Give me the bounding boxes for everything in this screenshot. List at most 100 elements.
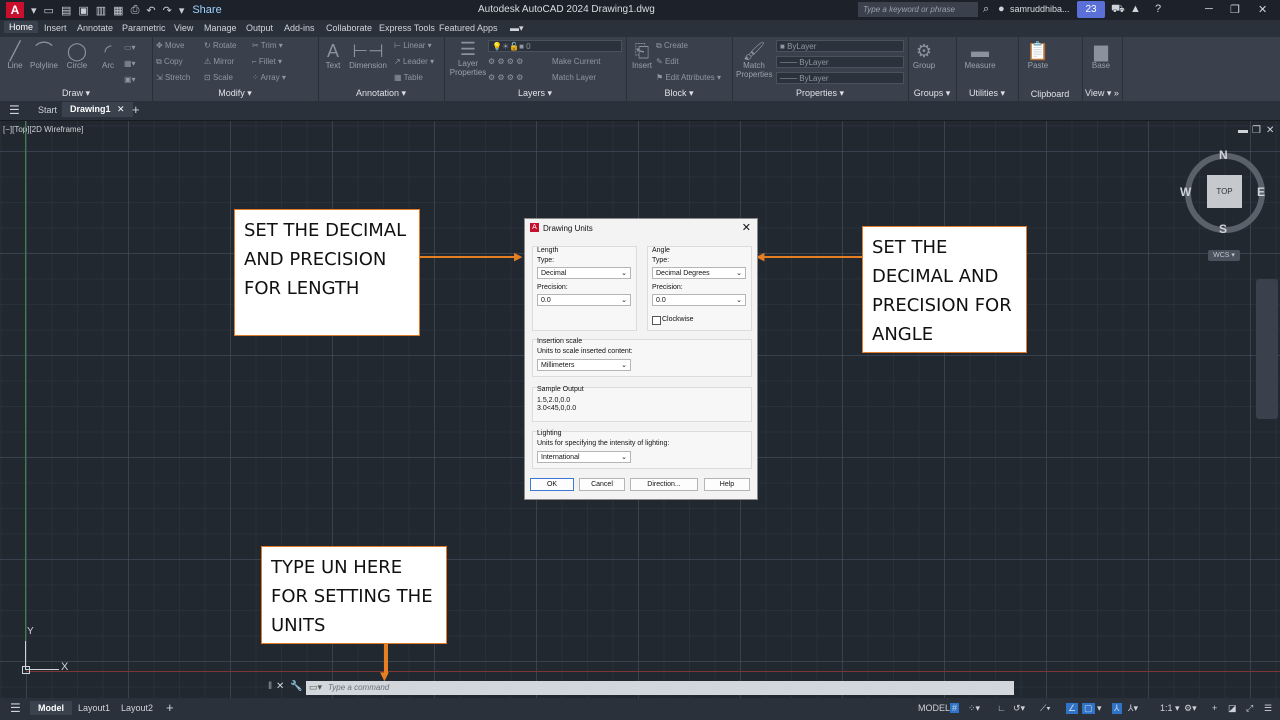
open-file-icon[interactable]: ▤	[61, 4, 71, 17]
command-close-icon[interactable]: ✕	[276, 681, 284, 692]
tab-drawing1[interactable]: Drawing1 ✕	[62, 102, 133, 117]
object-snap-icon[interactable]: ▢	[1082, 703, 1095, 714]
command-customize-icon[interactable]: 🔧	[290, 681, 302, 692]
isolate-objects-icon[interactable]: ◪	[1228, 703, 1237, 714]
arc-tool[interactable]: ◜ Arc	[96, 41, 120, 70]
length-precision-select[interactable]: 0.0 ⌄	[537, 294, 631, 306]
auto-scale-icon[interactable]: ⅄▾	[1128, 703, 1138, 714]
utilities-panel-label[interactable]: Utilities ▾	[956, 88, 1018, 99]
plus-icon[interactable]: +	[1212, 703, 1217, 713]
tab-model[interactable]: Model	[30, 701, 72, 715]
viewport-controls[interactable]: [−][Top][2D Wireframe]	[3, 125, 83, 134]
menu-chevron-icon[interactable]: ▾	[31, 4, 37, 17]
circle-tool[interactable]: ◯ Circle	[64, 41, 90, 70]
fullscreen-icon[interactable]: ⤢	[1246, 703, 1253, 714]
insertion-units-select[interactable]: Millimeters ⌄	[537, 359, 631, 371]
viewport-restore-icon[interactable]: ❐	[1252, 125, 1261, 136]
edit-tool[interactable]: ✎ Edit	[656, 57, 679, 66]
layers-panel-label[interactable]: Layers ▾	[444, 88, 626, 99]
search-icon[interactable]: ⌕	[983, 3, 989, 16]
region-icon[interactable]: ▣▾	[124, 75, 136, 84]
linetype-dropdown[interactable]: ─── ByLayer	[776, 72, 904, 84]
tab-annotate[interactable]: Annotate	[77, 23, 113, 33]
close-tab-icon[interactable]: ✕	[117, 104, 125, 114]
ortho-icon[interactable]: ∟	[997, 703, 1006, 713]
stretch-tool[interactable]: ⇲ Stretch	[156, 73, 190, 82]
edit-attributes-tool[interactable]: ⚑ Edit Attributes ▾	[656, 73, 721, 82]
redo-icon[interactable]: ↷	[163, 4, 172, 17]
annotation-panel-label[interactable]: Annotation ▾	[318, 88, 444, 99]
tab-start[interactable]: Start	[38, 105, 57, 115]
command-grip-icon[interactable]: ‖	[268, 681, 272, 692]
dialog-close-icon[interactable]: ✕	[742, 221, 751, 234]
tab-manage[interactable]: Manage	[204, 23, 237, 33]
move-tool[interactable]: ✥ Move	[156, 41, 185, 50]
new-file-icon[interactable]: ▭	[44, 4, 54, 17]
layer-tools-icon[interactable]: ⚙ ⚙ ⚙ ⚙	[488, 57, 523, 66]
direction-button[interactable]: Direction...	[630, 478, 698, 491]
print-icon[interactable]: ⎙	[131, 4, 140, 17]
isodraft-icon[interactable]: ⟋▾	[1040, 703, 1051, 714]
wcs-menu[interactable]: WCS ▾	[1208, 250, 1240, 261]
restore-icon[interactable]: ❐	[1230, 3, 1240, 16]
search-input[interactable]: Type a keyword or phrase	[858, 2, 978, 17]
new-layout-plus-icon[interactable]: +	[166, 700, 174, 715]
tab-layout2[interactable]: Layout2	[121, 703, 153, 713]
text-tool[interactable]: A Text	[322, 41, 344, 70]
user-icon[interactable]: ●	[998, 3, 1005, 15]
layer-properties-tool[interactable]: ☰ Layer Properties	[448, 39, 488, 77]
angle-type-select[interactable]: Decimal Degrees ⌄	[652, 267, 746, 279]
tab-layout1[interactable]: Layout1	[78, 703, 110, 713]
leader-tool[interactable]: ↗ Leader ▾	[394, 57, 434, 66]
tab-featured-apps[interactable]: Featured Apps	[439, 23, 498, 33]
properties-panel-label[interactable]: Properties ▾	[732, 88, 908, 99]
polar-icon[interactable]: ↺▾	[1013, 703, 1025, 714]
minimize-icon[interactable]: ─	[1205, 3, 1213, 15]
linear-tool[interactable]: ⊢ Linear ▾	[394, 41, 432, 50]
cart-icon[interactable]: ⛟	[1111, 3, 1125, 17]
dimension-tool[interactable]: ⊢⊣ Dimension	[348, 41, 388, 70]
user-name[interactable]: samruddhiba...	[1010, 4, 1070, 14]
save-icon[interactable]: ▣	[78, 4, 88, 17]
undo-icon[interactable]: ↶	[146, 4, 155, 17]
rotate-tool[interactable]: ↻ Rotate	[204, 41, 237, 50]
draw-panel-label[interactable]: Draw ▾	[0, 88, 152, 99]
lighting-units-select[interactable]: International ⌄	[537, 451, 631, 463]
command-history-icon[interactable]: ▭▾	[309, 682, 322, 693]
viewcube-top-face[interactable]: TOP	[1207, 175, 1242, 208]
layout-menu-icon[interactable]: ☰	[10, 701, 21, 715]
compass-north[interactable]: N	[1219, 148, 1228, 162]
ok-button[interactable]: OK	[530, 478, 574, 491]
array-tool[interactable]: ⁘ Array ▾	[252, 73, 286, 82]
compass-east[interactable]: E	[1257, 185, 1265, 199]
hatch-icon[interactable]: ▦▾	[124, 59, 136, 68]
angle-precision-select[interactable]: 0.0 ⌄	[652, 294, 746, 306]
match-properties-tool[interactable]: 🖌 Match Properties	[736, 41, 772, 79]
tab-home[interactable]: Home	[4, 21, 39, 33]
tab-output[interactable]: Output	[246, 23, 273, 33]
group-tool[interactable]: ⚙ Group	[910, 41, 938, 70]
tab-insert[interactable]: Insert	[44, 23, 67, 33]
scale-tool[interactable]: ⊡ Scale	[204, 73, 233, 82]
cancel-button[interactable]: Cancel	[579, 478, 625, 491]
notifications-badge[interactable]: 23	[1077, 1, 1105, 18]
layer-tools-icon-row2[interactable]: ⚙ ⚙ ⚙ ⚙	[488, 73, 523, 82]
view-panel-label[interactable]: View ▾ »	[1082, 88, 1122, 99]
save-as-icon[interactable]: ▥	[96, 4, 106, 17]
fillet-tool[interactable]: ⌐ Fillet ▾	[252, 57, 282, 66]
plot-icon[interactable]: ▦	[113, 4, 123, 17]
close-icon[interactable]: ✕	[1258, 3, 1267, 16]
tab-parametric[interactable]: Parametric	[122, 23, 166, 33]
color-dropdown[interactable]: ■ ByLayer	[776, 40, 904, 52]
quick-access-dropdown-icon[interactable]: ▾	[179, 4, 185, 17]
base-tool[interactable]: ▆ Base	[1088, 41, 1114, 70]
grid-icon[interactable]: #	[950, 703, 960, 713]
layer-dropdown[interactable]: 💡☀🔓■ 0	[488, 40, 622, 52]
make-current-tool[interactable]: Make Current	[552, 57, 600, 66]
tab-add-ins[interactable]: Add-ins	[284, 23, 315, 33]
tab-overflow-icon[interactable]: ▬▾	[510, 23, 524, 34]
clipboard-panel-label[interactable]: Clipboard	[1018, 89, 1082, 99]
object-snap-tracking-icon[interactable]: ∠	[1066, 703, 1079, 714]
navigation-bar[interactable]	[1256, 279, 1278, 419]
object-snap-dropdown-icon[interactable]: ▾	[1097, 703, 1102, 714]
